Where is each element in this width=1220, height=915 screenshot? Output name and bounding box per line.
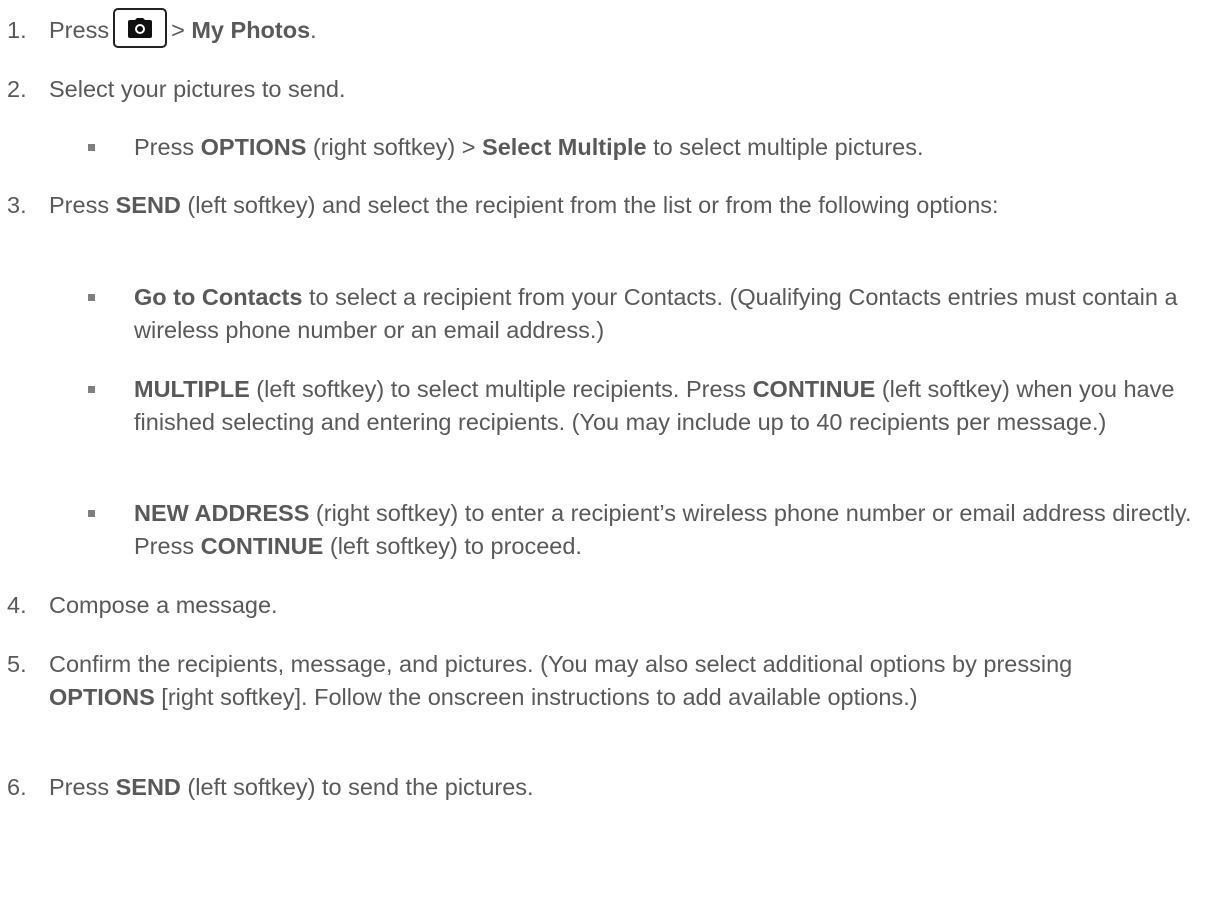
bullet-marker xyxy=(88,294,95,301)
step-text: Press SEND (left softkey) to send the pi… xyxy=(49,774,534,800)
substep-text: MULTIPLE (left softkey) to select multip… xyxy=(134,376,1175,435)
camera-key-button xyxy=(113,7,168,48)
step-number: 4. xyxy=(7,592,27,618)
bullet-marker xyxy=(88,510,95,517)
step-number: 2. xyxy=(7,76,27,102)
step-number: 1. xyxy=(7,17,27,43)
step-text: Select your pictures to send. xyxy=(49,76,346,102)
instructions-document: 1. Press > My Photos. 2. Select your pict… xyxy=(0,0,1220,915)
step-text: Compose a message. xyxy=(49,592,278,618)
step-text: Confirm the recipients, message, and pic… xyxy=(49,651,1073,710)
substep-text: Go to Contacts to select a recipient fro… xyxy=(134,284,1178,343)
substep-text: Press OPTIONS (right softkey) > Select M… xyxy=(134,134,924,160)
my-photos-label: My Photos xyxy=(191,17,311,43)
step-number: 6. xyxy=(7,774,27,800)
step-number: 3. xyxy=(7,192,27,218)
substep-text: NEW ADDRESS (right softkey) to enter a r… xyxy=(134,500,1192,559)
step-text: Press > My Photos. xyxy=(49,7,1207,48)
camera-icon xyxy=(128,17,153,38)
step-text: Press SEND (left softkey) and select the… xyxy=(49,192,999,218)
step-number: 5. xyxy=(7,651,27,677)
bullet-marker xyxy=(88,144,95,151)
bullet-marker xyxy=(88,386,95,393)
